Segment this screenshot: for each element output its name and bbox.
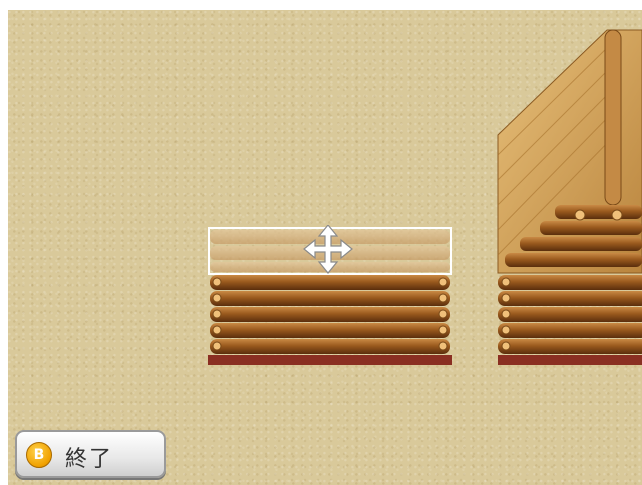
game-scene: B 終了 xyxy=(0,0,642,485)
log-wall-build-piece[interactable] xyxy=(205,225,455,370)
ridge-beam xyxy=(604,29,622,206)
b-button-icon: B xyxy=(26,442,52,468)
wall-logs xyxy=(498,275,642,354)
finish-button[interactable]: B 終了 xyxy=(15,430,166,478)
solid-log-rows xyxy=(210,275,450,354)
log-cabin-with-roof[interactable] xyxy=(495,15,642,370)
cabin-foundation xyxy=(498,355,642,365)
finish-button-label: 終了 xyxy=(65,447,114,472)
brick-foundation xyxy=(208,355,452,365)
